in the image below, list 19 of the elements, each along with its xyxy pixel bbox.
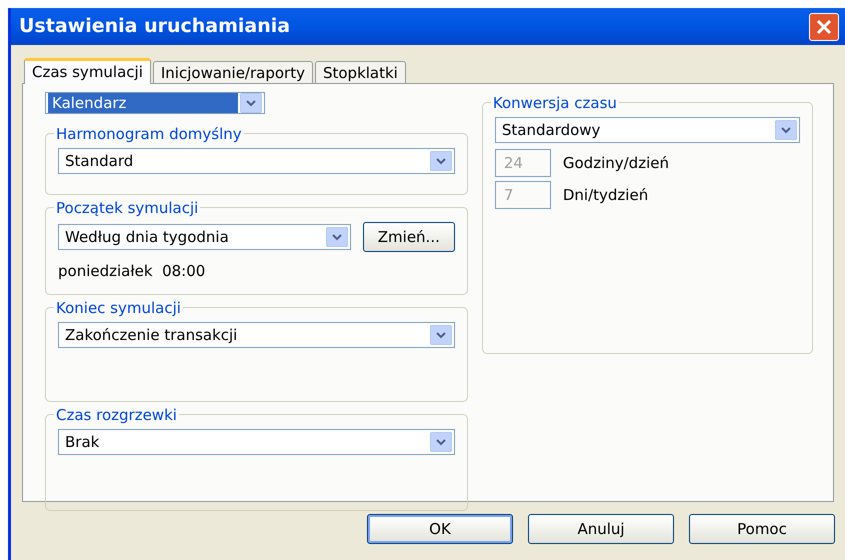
dialog-button[interactable]: Pomoc xyxy=(689,514,835,544)
dropdown[interactable]: Standardowy xyxy=(494,117,800,143)
dialog-button[interactable]: OK xyxy=(367,514,513,544)
change-button[interactable]: Zmień... xyxy=(362,222,455,252)
dropdown[interactable]: Standard xyxy=(58,148,455,174)
tab[interactable]: Stopklatki xyxy=(314,61,406,83)
close-button[interactable] xyxy=(809,12,839,40)
field-label: Godziny/dzień xyxy=(562,152,669,174)
dropdown[interactable]: Zakończenie transakcji xyxy=(58,322,455,348)
dropdown[interactable]: Kalendarz xyxy=(45,92,265,114)
start-time-text: poniedziałek 08:00 xyxy=(58,261,206,282)
dropdown[interactable]: Według dnia tygodnia xyxy=(58,224,351,250)
dialog-button[interactable]: Anuluj xyxy=(528,514,674,544)
dropdown[interactable]: Brak xyxy=(58,429,455,455)
tab[interactable]: Czas symulacji xyxy=(24,58,151,84)
tab[interactable]: Inicjowanie/raporty xyxy=(152,61,313,83)
field-label: Dni/tydzień xyxy=(562,184,648,206)
close-icon xyxy=(816,18,832,34)
window-title: Ustawienia uruchamiania xyxy=(19,14,290,40)
